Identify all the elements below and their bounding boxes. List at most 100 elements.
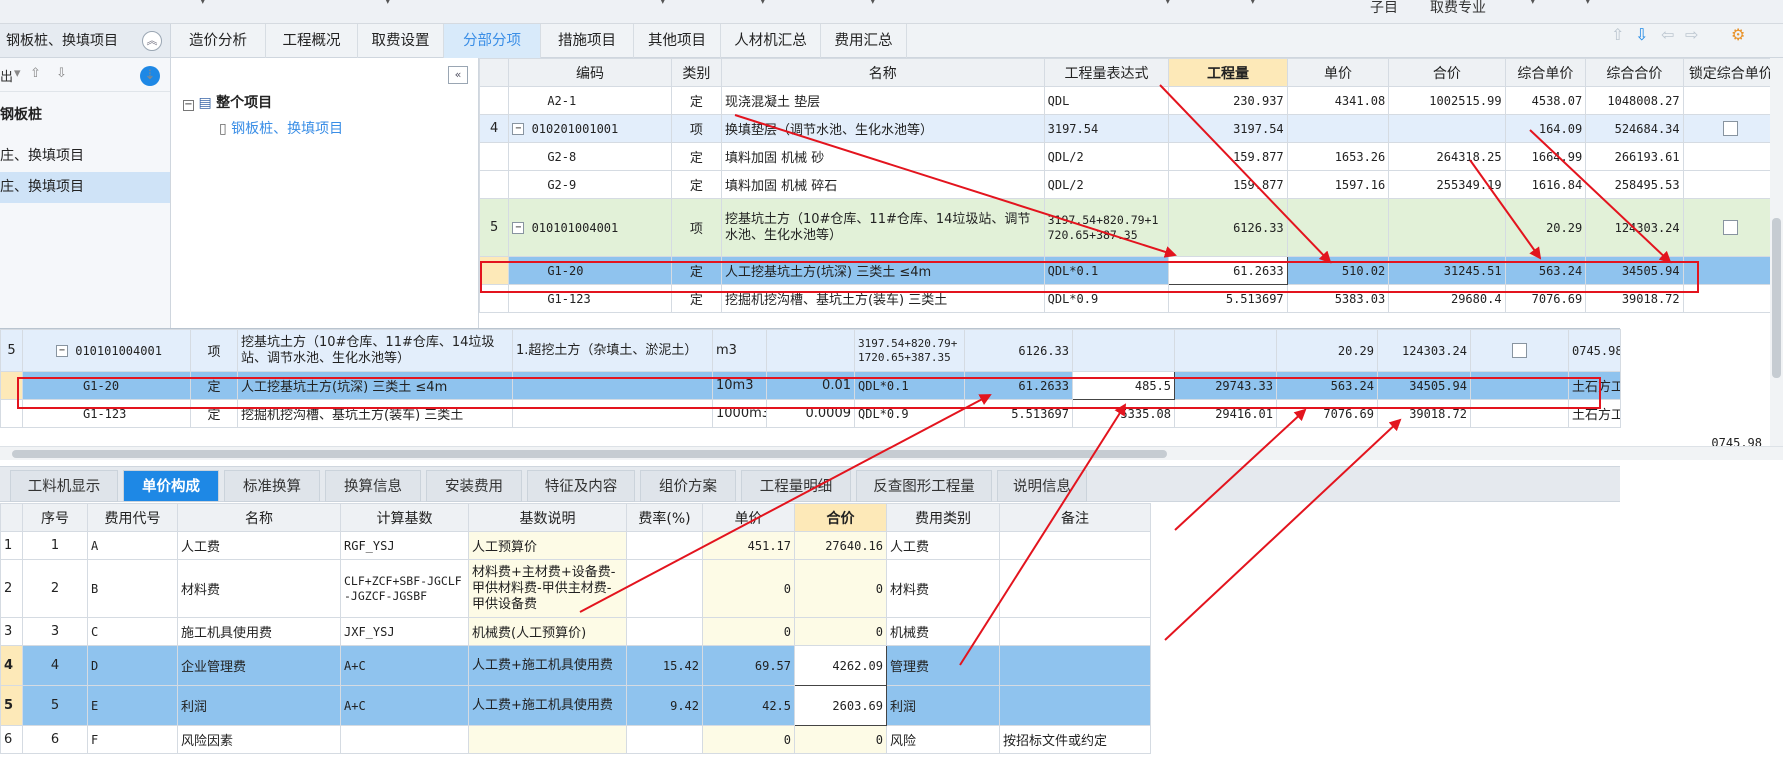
- chevron-down-icon[interactable]: ▾: [870, 0, 876, 7]
- sidebar-item[interactable]: 庄、换填项目: [0, 141, 170, 172]
- chevron-down-icon[interactable]: ▾: [760, 0, 766, 7]
- chevron-down-icon[interactable]: ▾: [14, 66, 21, 81]
- tab-cost-analysis[interactable]: 造价分析: [171, 24, 266, 58]
- tab-measures[interactable]: 措施项目: [541, 24, 634, 58]
- chevron-down-icon[interactable]: ▾: [1250, 0, 1256, 7]
- tab-fee-summary[interactable]: 费用汇总: [821, 24, 907, 58]
- tab-other-items[interactable]: 其他项目: [634, 24, 721, 58]
- table-row[interactable]: 5 − 010101004001 项 挖基坑土方（10#仓库、11#仓库、14垃…: [0, 329, 1621, 372]
- col-lock[interactable]: 锁定综合单价: [1682, 58, 1780, 87]
- col-price[interactable]: 单价: [1286, 58, 1390, 87]
- sidebar-title: 钢板桩、换填项目 ︽: [0, 24, 170, 58]
- arrow-left-icon[interactable]: ⇦: [1661, 25, 1674, 44]
- export-button[interactable]: 出: [0, 66, 13, 85]
- table-row-selected[interactable]: 4 4 D 企业管理费 A+C 人工费+施工机具使用费 15.42 69.57 …: [0, 645, 1151, 686]
- tab-resource-summary[interactable]: 人材机汇总: [721, 24, 821, 58]
- table-row-selected[interactable]: G1-20 定 人工挖基坑土方(坑深) 三类土 ≤4m QDL*0.1 61.2…: [478, 256, 1780, 285]
- tree-collapse-icon[interactable]: −: [56, 345, 68, 357]
- chevron-down-icon[interactable]: ▾: [1585, 0, 1591, 7]
- arrow-right-icon[interactable]: ⇨: [1685, 25, 1698, 44]
- tree-root[interactable]: − ▤ 整个项目: [183, 92, 272, 112]
- tab-conversion-info[interactable]: 换算信息: [325, 470, 421, 502]
- move-up-icon[interactable]: ⇧: [30, 66, 41, 81]
- items-grid: 编码 类别 名称 工程量表达式 工程量 单价 合价 综合单价 综合合价 锁定综合…: [478, 58, 1780, 313]
- table-row[interactable]: G1-123 定 挖掘机挖沟槽、基坑土方(装车) 三类土 1000m3 0.00…: [0, 399, 1621, 428]
- chevron-down-icon[interactable]: ▾: [1165, 0, 1171, 7]
- table-row[interactable]: G2-8 定 填料加固 机械 砂 QDL/2 159.877 1653.26 2…: [478, 142, 1780, 171]
- col-unit-price[interactable]: 单价: [702, 503, 795, 532]
- tab-features[interactable]: 特征及内容: [527, 470, 635, 502]
- tab-reverse-lookup[interactable]: 反查图形工程量: [856, 470, 992, 502]
- tab-overview[interactable]: 工程概况: [266, 24, 358, 58]
- sidebar-item[interactable]: 钢板桩: [0, 100, 170, 131]
- col-rate[interactable]: 费率(%): [626, 503, 703, 532]
- col-unit-total[interactable]: 综合合价: [1585, 58, 1684, 87]
- tree-collapse-icon[interactable]: −: [512, 222, 525, 234]
- table-row[interactable]: G1-123 定 挖掘机挖沟槽、基坑土方(装车) 三类土 QDL*0.9 5.5…: [478, 284, 1780, 313]
- subitem-dropdown[interactable]: 子目: [1370, 0, 1398, 17]
- table-row[interactable]: 4 − 010201001001 项 换填垫层（调节水池、生化水池等） 3197…: [478, 114, 1780, 143]
- lock-checkbox[interactable]: [1723, 220, 1739, 235]
- col-name[interactable]: 名称: [720, 58, 1045, 87]
- tab-standard-conversion[interactable]: 标准换算: [224, 470, 320, 502]
- col-type[interactable]: 类别: [670, 58, 722, 87]
- col-total[interactable]: 合价: [794, 503, 887, 532]
- main-tabs: 造价分析 工程概况 取费设置 分部分项 措施项目 其他项目 人材机汇总 费用汇总…: [171, 24, 1783, 58]
- collapse-icon[interactable]: ︽: [142, 31, 162, 51]
- vertical-scrollbar[interactable]: [1770, 58, 1783, 446]
- tab-install-fee[interactable]: 安装费用: [426, 470, 522, 502]
- tab-pricing-plan[interactable]: 组价方案: [640, 470, 736, 502]
- arrow-down-icon[interactable]: ⇩: [1635, 25, 1648, 44]
- col-note[interactable]: 备注: [999, 503, 1151, 532]
- col-expr[interactable]: 工程量表达式: [1043, 58, 1170, 87]
- col-base-desc[interactable]: 基数说明: [468, 503, 627, 532]
- collapse-panel-icon[interactable]: «: [448, 66, 468, 84]
- col-name[interactable]: 名称: [177, 503, 341, 532]
- horizontal-scrollbar[interactable]: [0, 446, 1783, 460]
- table-row[interactable]: 2 2 B 材料费 CLF+ZCF+SBF-JGCLF-JGZCF-JGSBF …: [0, 559, 1151, 618]
- col-fee-code[interactable]: 费用代号: [87, 503, 178, 532]
- tab-quantity-details[interactable]: 工程量明细: [741, 470, 851, 502]
- table-row[interactable]: 1 1 A 人工费 RGF_YSJ 人工预算价 451.17 27640.16 …: [0, 531, 1151, 560]
- scrollbar-thumb[interactable]: [12, 450, 1167, 458]
- tab-description[interactable]: 说明信息: [997, 470, 1087, 502]
- tab-unit-price-composition[interactable]: 单价构成: [123, 470, 219, 502]
- chevron-down-icon[interactable]: ▾: [660, 0, 666, 7]
- table-row-selected[interactable]: G1-20 定 人工挖基坑土方(坑深) 三类土 ≤4m 10m3 0.01 QD…: [0, 371, 1621, 400]
- chevron-down-icon[interactable]: ▾: [200, 0, 206, 7]
- sidebar-item-selected[interactable]: 庄、换填项目: [0, 172, 170, 203]
- lock-checkbox[interactable]: [1512, 343, 1527, 358]
- move-down-icon[interactable]: ⇩: [56, 66, 67, 81]
- tree-child[interactable]: ▯ 钢板桩、换填项目: [219, 118, 343, 138]
- lock-checkbox[interactable]: [1723, 121, 1739, 136]
- chevron-down-icon[interactable]: ▾: [385, 0, 391, 7]
- tab-all-items[interactable]: 分部分项: [444, 24, 541, 58]
- col-base[interactable]: 计算基数: [340, 503, 469, 532]
- col-category[interactable]: 费用类别: [886, 503, 1000, 532]
- table-row[interactable]: 5 − 010101004001 项 挖基坑土方（10#仓库、11#仓库、14垃…: [478, 198, 1780, 257]
- chevron-down-icon[interactable]: ▾: [1530, 0, 1536, 7]
- table-row[interactable]: 3 3 C 施工机具使用费 JXF_YSJ 机械费(人工预算价) 0 0 机械费: [0, 617, 1151, 646]
- col-qty[interactable]: 工程量: [1168, 58, 1288, 87]
- tree-collapse-icon[interactable]: −: [512, 123, 525, 135]
- comparison-grid: 5 − 010101004001 项 挖基坑土方（10#仓库、11#仓库、14垃…: [0, 329, 1621, 428]
- arrow-up-icon[interactable]: ⇧: [1611, 25, 1624, 44]
- table-row-selected[interactable]: 5 5 E 利润 A+C 人工费+施工机具使用费 9.42 42.5 2603.…: [0, 685, 1151, 726]
- table-row[interactable]: 6 6 F 风险因素 0 0 风险 按招标文件或约定: [0, 725, 1151, 754]
- col-total[interactable]: 合价: [1388, 58, 1506, 87]
- project-tree: « − ▤ 整个项目 ▯ 钢板桩、换填项目: [171, 58, 479, 334]
- col-seq[interactable]: 序号: [22, 503, 88, 532]
- settings-icon[interactable]: ⚙: [1731, 25, 1745, 44]
- col-unit-cost[interactable]: 综合单价: [1504, 58, 1587, 87]
- download-icon[interactable]: ⇣: [140, 66, 160, 86]
- table-row[interactable]: G2-9 定 填料加固 机械 碎石 QDL/2 159.877 1597.16 …: [478, 170, 1780, 199]
- tree-collapse-icon[interactable]: −: [183, 100, 194, 111]
- grid-header: 序号 费用代号 名称 计算基数 基数说明 费率(%) 单价 合价 费用类别 备注: [0, 503, 1151, 532]
- table-row[interactable]: A2-1 定 现浇混凝土 垫层 QDL 230.937 4341.08 1002…: [478, 86, 1780, 115]
- tab-resources[interactable]: 工料机显示: [10, 470, 118, 502]
- scrollbar-thumb[interactable]: [1772, 218, 1781, 378]
- tab-fee-settings[interactable]: 取费设置: [358, 24, 444, 58]
- col-code[interactable]: 编码: [508, 58, 672, 87]
- fee-specialty-dropdown[interactable]: 取费专业: [1430, 0, 1486, 17]
- folder-icon: ▤: [198, 95, 212, 111]
